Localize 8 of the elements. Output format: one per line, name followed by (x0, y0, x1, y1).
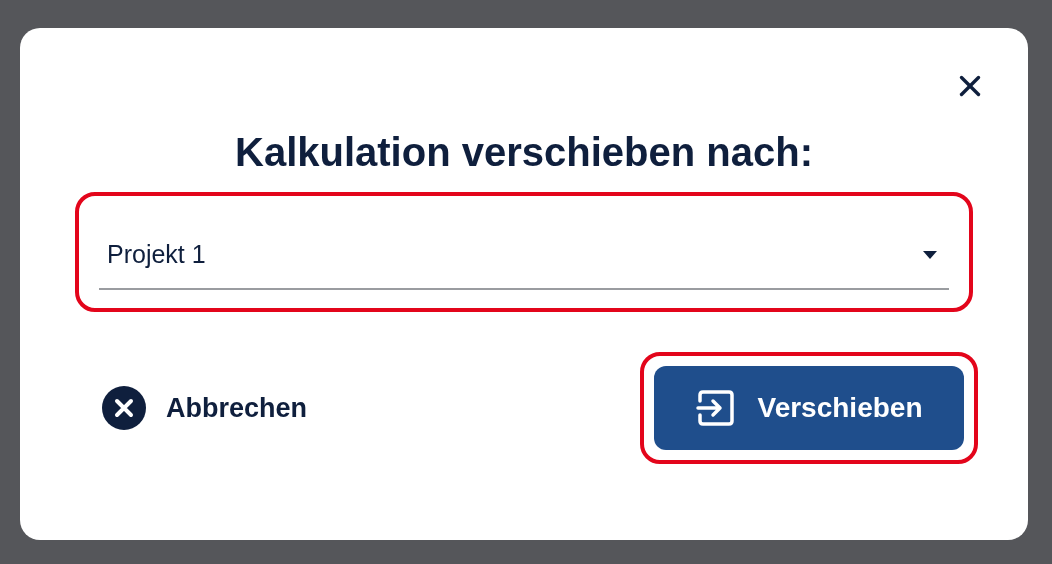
select-value: Projekt 1 (107, 239, 206, 271)
cancel-button[interactable]: Abbrechen (102, 386, 308, 430)
move-button[interactable]: Verschieben (654, 366, 964, 450)
project-select[interactable]: Projekt 1 (99, 222, 949, 290)
caret-icon (923, 250, 937, 260)
dialog-title: Kalkulation verschieben nach: (234, 129, 814, 176)
enter-icon (695, 389, 736, 427)
close-circle-icon (102, 386, 146, 430)
